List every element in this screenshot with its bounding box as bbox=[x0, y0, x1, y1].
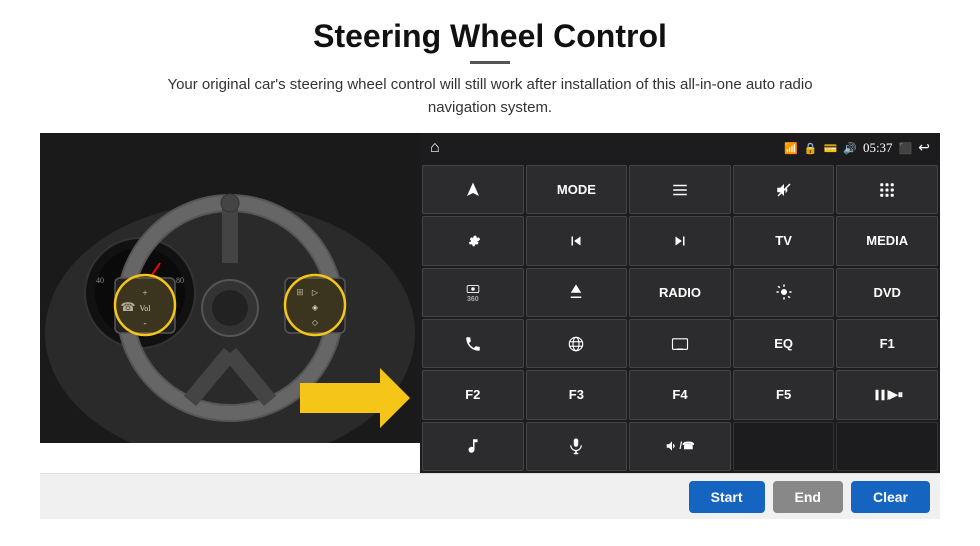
brightness-btn[interactable] bbox=[733, 268, 835, 317]
f4-btn[interactable]: F4 bbox=[629, 370, 731, 419]
home-icon[interactable]: ⌂ bbox=[430, 139, 440, 157]
apps-btn[interactable] bbox=[836, 165, 938, 214]
vol-phone-btn[interactable]: /☎ bbox=[629, 422, 731, 471]
start-button[interactable]: Start bbox=[689, 481, 765, 513]
title-divider bbox=[470, 61, 510, 64]
radio-btn[interactable]: RADIO bbox=[629, 268, 731, 317]
svg-text:80: 80 bbox=[176, 276, 184, 285]
eject-btn[interactable] bbox=[526, 268, 628, 317]
music-btn[interactable] bbox=[422, 422, 524, 471]
media-btn[interactable]: MEDIA bbox=[836, 216, 938, 265]
mic-btn[interactable] bbox=[526, 422, 628, 471]
action-bar: Start End Clear bbox=[40, 473, 940, 519]
f5-btn[interactable]: F5 bbox=[733, 370, 835, 419]
phone-btn[interactable] bbox=[422, 319, 524, 368]
mute-btn[interactable] bbox=[733, 165, 835, 214]
bt-icon: 🔊 bbox=[843, 142, 857, 155]
f3-btn[interactable]: F3 bbox=[526, 370, 628, 419]
f2-btn[interactable]: F2 bbox=[422, 370, 524, 419]
clear-button[interactable]: Clear bbox=[851, 481, 930, 513]
page-container: Steering Wheel Control Your original car… bbox=[0, 0, 980, 546]
menu-btn[interactable] bbox=[629, 165, 731, 214]
dvd-btn[interactable]: DVD bbox=[836, 268, 938, 317]
empty1-btn bbox=[733, 422, 835, 471]
playpause-btn[interactable]: ▶⏸ bbox=[836, 370, 938, 419]
sd-icon: 💳 bbox=[824, 142, 838, 155]
navigate-btn[interactable] bbox=[422, 165, 524, 214]
empty2-btn bbox=[836, 422, 938, 471]
control-panel: ⌂ 📶 🔒 💳 🔊 05:37 ⬛ ↩ MODE bbox=[420, 133, 940, 473]
lock-icon: 🔒 bbox=[804, 142, 818, 155]
wifi-icon: 📶 bbox=[784, 142, 798, 155]
steering-wheel-image: 60 40 80 + Vol bbox=[40, 133, 420, 443]
window-icon: ⬛ bbox=[899, 142, 913, 155]
content-row: 60 40 80 + Vol bbox=[40, 133, 940, 473]
settings-btn[interactable] bbox=[422, 216, 524, 265]
status-bar: ⌂ 📶 🔒 💳 🔊 05:37 ⬛ ↩ bbox=[420, 133, 940, 163]
svg-text:40: 40 bbox=[96, 276, 104, 285]
next-btn[interactable] bbox=[629, 216, 731, 265]
page-subtitle: Your original car's steering wheel contr… bbox=[140, 74, 840, 119]
mode-btn[interactable]: MODE bbox=[526, 165, 628, 214]
tv-btn[interactable]: TV bbox=[733, 216, 835, 265]
end-button[interactable]: End bbox=[773, 481, 843, 513]
eq-btn[interactable]: EQ bbox=[733, 319, 835, 368]
back-icon[interactable]: ↩ bbox=[918, 140, 930, 157]
prev-btn[interactable] bbox=[526, 216, 628, 265]
status-time: 05:37 bbox=[863, 140, 893, 156]
page-title: Steering Wheel Control bbox=[313, 18, 667, 55]
web-btn[interactable] bbox=[526, 319, 628, 368]
cam360-btn[interactable]: 360 bbox=[422, 268, 524, 317]
button-grid: MODE TV bbox=[420, 163, 940, 473]
screen-btn[interactable] bbox=[629, 319, 731, 368]
f1-btn[interactable]: F1 bbox=[836, 319, 938, 368]
